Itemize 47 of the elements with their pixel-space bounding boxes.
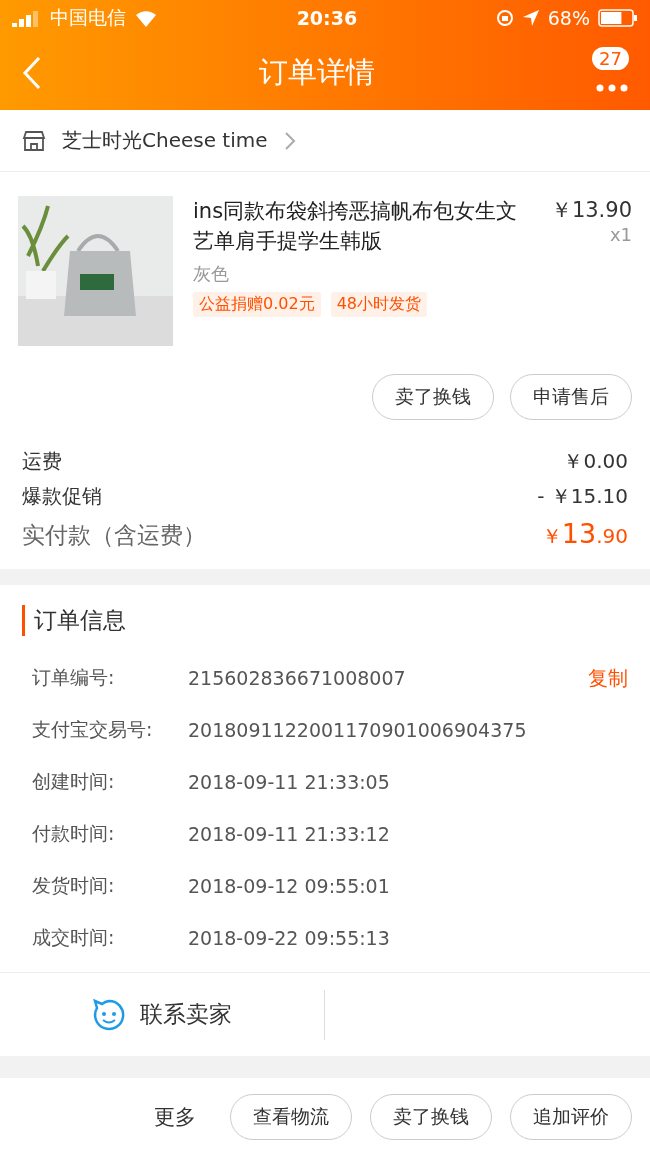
fee-label: 爆款促销 [22,483,102,510]
order-action-button[interactable]: 追加评价 [510,1094,632,1140]
order-action-button[interactable]: 查看物流 [230,1094,352,1140]
carrier-name: 中国电信 [50,5,126,30]
smiley-chat-icon [92,997,126,1032]
info-value: 2018-09-11 21:33:12 [188,823,391,845]
info-value: 2018-09-11 21:33:05 [188,771,391,793]
fee-label: 运费 [22,448,62,475]
info-value: 2018-09-12 09:55:01 [188,875,391,897]
info-label: 订单编号: [32,665,116,690]
chevron-right-icon[interactable] [283,130,296,151]
fee-value: - ￥15.10 [537,483,628,510]
shop-icon [22,129,46,152]
clock-time: 20:36 [296,7,358,29]
location-arrow-icon [521,9,540,27]
order-action-button[interactable]: 卖了换钱 [370,1094,492,1140]
product-tag: 48小时发货 [330,292,427,317]
battery-icon [598,9,638,27]
product-action-button[interactable]: 申请售后 [510,374,632,420]
product-action-button[interactable]: 卖了换钱 [372,374,494,420]
back-icon[interactable] [22,56,42,90]
info-label: 创建时间: [32,769,116,794]
product-tag: 公益捐赠0.02元 [193,292,321,317]
info-value: 2018-09-22 09:55:13 [188,927,391,949]
lock-rotation-icon [495,9,514,27]
contact-seller-button[interactable]: 联系卖家 [0,989,325,1040]
shop-name-link[interactable]: 芝士时光Cheese time [62,127,268,154]
product-price: ￥13.90 [550,197,632,224]
product-variant: 灰色 [193,262,230,286]
fee-value: ￥0.00 [563,448,628,475]
info-label: 付款时间: [32,821,116,846]
product-title: ins同款布袋斜挎恶搞帆布包女生文艺单肩手提学生韩版 [193,198,519,255]
message-count-badge: 27 [592,47,629,70]
info-value: 215602836671008007 [188,667,407,689]
product-quantity: x1 [609,224,632,245]
total-label: 实付款（含运费） [22,521,206,550]
total-amount: ￥13.90 [541,518,628,550]
battery-percent: 68% [547,7,590,29]
info-label: 成交时间: [32,925,116,950]
section-heading: 订单信息 [22,605,628,636]
info-label: 支付宝交易号: [32,717,154,742]
wifi-icon [134,9,158,27]
info-value: 2018091122001170901006904375 [188,719,528,741]
more-link[interactable]: 更多 [154,1103,196,1131]
more-icon[interactable] [595,83,629,93]
info-label: 发货时间: [32,873,116,898]
page-title: 订单详情 [259,54,375,91]
